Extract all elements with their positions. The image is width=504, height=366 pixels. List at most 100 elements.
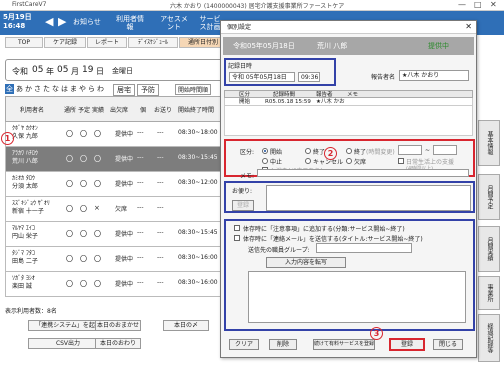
cell-time: 08:30~15:45: [178, 229, 218, 236]
record-date-input[interactable]: 令和 05年05月18日: [229, 72, 295, 82]
kana-ha[interactable]: は: [61, 84, 68, 94]
kana-na[interactable]: な: [52, 84, 59, 94]
filter-prevent-button[interactable]: 予防: [137, 84, 159, 96]
status-memo-input[interactable]: [257, 169, 469, 177]
tab-report[interactable]: レポート: [87, 37, 127, 48]
side-tab-monthly-result[interactable]: 月間実績: [478, 226, 500, 272]
status-end-change-radio[interactable]: [346, 148, 352, 154]
kana-a[interactable]: あ: [16, 84, 23, 94]
table-row[interactable]: ｿｶﾞﾀ ﾖｼｵ 楽田 誠〇〇〇提供中 --- --- 08:30~16:00: [5, 272, 233, 297]
continue-paid-button[interactable]: 続けて有料サービスを登録: [313, 339, 375, 350]
user-name: ﾀｼﾞﾏ ﾌﾀｺ 田島 二子: [12, 250, 38, 265]
cell-tsusho: 〇: [66, 155, 73, 163]
record-table-row[interactable]: 開始 R05.05.18 15:59 ★八木 かお: [224, 98, 473, 106]
kana-ma[interactable]: ま: [70, 84, 77, 94]
minimize-icon[interactable]: —: [458, 0, 466, 9]
cell-plan: 〇: [80, 130, 87, 138]
cell-indiv: ---: [137, 204, 144, 211]
delete-button[interactable]: 削除: [269, 339, 297, 350]
tab-care-record[interactable]: ケア記録: [44, 37, 86, 48]
reporter-select[interactable]: ★八木 かおり: [399, 70, 469, 81]
cell-plan: 〇: [80, 155, 87, 163]
change-end-input[interactable]: [433, 145, 457, 155]
kana-wa[interactable]: わ: [97, 84, 104, 94]
user-name: ｽｽﾞｷｼﾞｮｳ ｻﾞｵﾘ 新宿 十一子: [12, 200, 50, 215]
reflect-input-button[interactable]: 入力内容を転写: [266, 257, 346, 268]
user-name: ｱﾗｶﾜ ﾊﾁﾛｳ 荒川 八郎: [12, 150, 38, 165]
cell-status: 欠席: [115, 206, 128, 213]
cell-tsusho: 〇: [66, 255, 73, 263]
side-tab-basic[interactable]: 基本情報: [478, 120, 500, 166]
maximize-icon[interactable]: □: [474, 0, 482, 9]
mail-textarea[interactable]: [248, 271, 466, 323]
context-title: 六木 かおり (1400000043) 居宅介護支援事業所ファーストケア: [170, 3, 345, 10]
user-info-button[interactable]: 利用者情報: [115, 15, 145, 31]
table-row[interactable]: ｱﾗｶﾜ ﾊﾁﾛｳ 荒川 八郎〇〇〇提供中 --- --- 08:30~15:45: [5, 147, 233, 172]
daily-support-checkbox[interactable]: [398, 158, 404, 164]
side-tab-monthly-plan[interactable]: 月間予定: [478, 174, 500, 220]
bulk3-button[interactable]: 本日のおわり: [95, 338, 141, 349]
back-icon[interactable]: ◀: [45, 15, 53, 28]
assessment-button[interactable]: アセスメント: [157, 15, 191, 31]
table-row[interactable]: ｶﾐｵｶ ﾀﾛｳ 分須 太郎〇〇〇提供中 --- --- 08:30~12:00: [5, 172, 233, 197]
tab-day-schedule[interactable]: ﾃﾞｲｽｹｼﾞｭｰﾙ: [128, 37, 178, 48]
clear-button[interactable]: クリア: [229, 339, 259, 350]
kana-all[interactable]: 全: [5, 84, 14, 94]
cell-tsusho: 〇: [66, 180, 73, 188]
close-icon[interactable]: ✕: [490, 0, 497, 9]
cell-result: 〇: [94, 255, 101, 263]
cell-okuri: ---: [157, 254, 164, 261]
notice-button[interactable]: お知らせ: [73, 18, 101, 26]
cell-indiv: ---: [137, 179, 144, 186]
record-time-input[interactable]: 09:36: [298, 72, 320, 82]
filter-home-button[interactable]: 居宅: [113, 84, 135, 96]
table-row[interactable]: ﾀｼﾞﾏ ﾌﾀｺ 田島 二子〇〇〇提供中 --- --- 08:30~16:00: [5, 247, 233, 272]
side-tab-progress[interactable]: 経過記録等: [478, 314, 500, 362]
status-stop-radio[interactable]: [262, 158, 268, 164]
table-row[interactable]: ｸﾎﾞﾔ ｶｸｵﾝ 久保 九郎〇〇〇提供中 --- --- 08:30~18:00: [5, 122, 233, 147]
cell-plan: 〇: [80, 255, 87, 263]
status-end-radio[interactable]: [305, 148, 311, 154]
change-start-input[interactable]: [398, 145, 422, 155]
okuri-textarea[interactable]: [266, 185, 471, 211]
dialog-close-icon[interactable]: ✕: [465, 22, 472, 31]
kana-sa[interactable]: さ: [34, 84, 41, 94]
kana-ka[interactable]: か: [25, 84, 32, 94]
mail-group-select[interactable]: [316, 243, 412, 253]
sort-start-button[interactable]: 開始時間順: [175, 84, 212, 95]
forward-icon[interactable]: ▶: [58, 15, 66, 28]
table-row[interactable]: ｽｽﾞｷｼﾞｮｳ ｻﾞｵﾘ 新宿 十一子 〇〇 × 欠席 --- ---: [5, 197, 233, 222]
cell-status: 提供中: [115, 231, 134, 238]
side-tabs: 基本情報 月間予定 月間実績 事業所 経過記録等: [478, 80, 504, 366]
kana-ra[interactable]: ら: [88, 84, 95, 94]
date-selector[interactable]: 令和 05 年 05 月 19 日 金曜日: [5, 59, 230, 81]
tab-top[interactable]: TOP: [5, 37, 43, 48]
cell-okuri: ---: [157, 229, 164, 236]
table-row[interactable]: ﾏﾙﾔﾏ ｴｲｺ 円山 栄子〇〇〇提供中 --- --- 08:30~15:45: [5, 222, 233, 247]
register-button[interactable]: 登録: [389, 338, 425, 351]
bulk1-button[interactable]: 本日のおまかせ: [95, 320, 141, 331]
kana-ta[interactable]: た: [43, 84, 50, 94]
cell-tsusho: 〇: [66, 280, 73, 288]
kana-ya[interactable]: や: [79, 84, 86, 94]
kana-filter: 全 あ か さ た な は ま や ら わ 居宅 予防 開始時間順: [5, 84, 235, 96]
side-tab-office[interactable]: 事業所: [478, 276, 500, 310]
close-button[interactable]: 閉じる: [433, 339, 463, 350]
cell-okuri: ---: [157, 179, 164, 186]
cell-status: 提供中: [115, 256, 134, 263]
okuri-box: お便り: 登録: [224, 181, 475, 213]
add-caution-checkbox[interactable]: [234, 225, 240, 231]
cell-status: 提供中: [115, 281, 134, 288]
okuri-register-button[interactable]: 登録: [232, 200, 254, 211]
cell-status: 提供中: [115, 131, 134, 138]
user-name: ｶﾐｵｶ ﾀﾛｳ 分須 太郎: [12, 175, 38, 190]
cell-result: 〇: [94, 130, 101, 138]
status-cancel-radio[interactable]: [305, 158, 311, 164]
record-table-body: [224, 106, 473, 136]
status-start-radio[interactable]: [262, 148, 268, 154]
cell-time: 08:30~18:00: [178, 129, 218, 136]
send-mail-checkbox[interactable]: [234, 235, 240, 241]
cell-time: 08:30~15:45: [178, 154, 218, 161]
bulk2-button[interactable]: 本日の〆: [163, 320, 209, 331]
status-absent-radio[interactable]: [346, 158, 352, 164]
